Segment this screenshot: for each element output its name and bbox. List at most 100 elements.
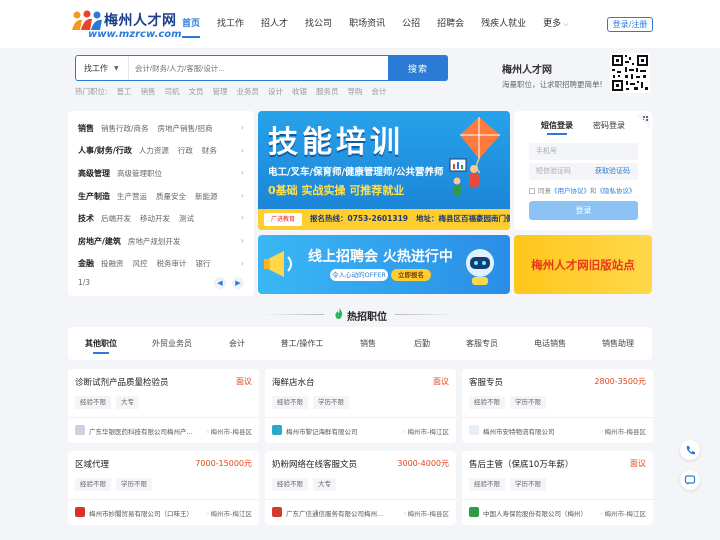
message-button[interactable] <box>680 470 700 490</box>
category-row-sales[interactable]: 销售 销售行政/商务 房地产销售/招商 › <box>78 117 244 140</box>
search-type-select[interactable]: 找工作 ▼ <box>76 63 128 74</box>
category-sub[interactable]: 行政 <box>178 145 193 156</box>
hot-keyword[interactable]: 业务员 <box>237 86 260 97</box>
job-title[interactable]: 客服专员 <box>469 376 503 388</box>
nav-home[interactable]: 首页 <box>182 17 201 38</box>
category-sub[interactable]: 人力资源 <box>139 145 169 156</box>
category-name[interactable]: 技术 <box>78 213 94 224</box>
tab-foreign-trade[interactable]: 外贸业务员 <box>152 338 192 349</box>
category-sub[interactable]: 房地产销售/招商 <box>158 123 213 134</box>
company-name[interactable]: 梅州市安特物流有限公司 <box>483 426 595 436</box>
nav-hire[interactable]: 招人才 <box>261 17 288 33</box>
category-row-tech[interactable]: 技术 后端开发 移动开发 测试 › <box>78 207 244 230</box>
company-name[interactable]: 梅州市妙閣贸易有限公司（口味王） <box>89 508 201 518</box>
job-card[interactable]: 诊断试剂产品质量检验员 面议 经验不限 大专 广东华银医药科技有限公司梅州产..… <box>68 369 259 443</box>
online-job-fair-banner[interactable]: 线上招聘会 火热进行中 令人心动的OFFER 立即报名 <box>258 235 510 294</box>
job-card[interactable]: 售后主管（保底10万年薪） 面议 经验不限 学历不限 中国人寿保险股份有限公司（… <box>462 451 653 525</box>
sms-code-input[interactable]: 短信验证码 获取验证码 <box>529 163 638 180</box>
search-button[interactable]: 搜索 <box>388 55 448 81</box>
hot-keyword[interactable]: 管理 <box>213 86 228 97</box>
tab-logistics[interactable]: 后勤 <box>414 338 430 349</box>
hot-keyword[interactable]: 收银 <box>292 86 307 97</box>
category-sub[interactable]: 移动开发 <box>140 213 170 224</box>
category-name[interactable]: 人事/财务/行政 <box>78 145 132 156</box>
category-name[interactable]: 房地产/建筑 <box>78 236 121 247</box>
category-sub[interactable]: 销售行政/商务 <box>101 123 149 134</box>
category-name[interactable]: 销售 <box>78 123 94 134</box>
category-sub[interactable]: 高级管理职位 <box>117 168 162 179</box>
hot-keyword[interactable]: 导购 <box>348 86 363 97</box>
tab-customer-service[interactable]: 客服专员 <box>466 338 498 349</box>
hot-keyword[interactable]: 会计 <box>372 86 387 97</box>
category-sub[interactable]: 房地产规划开发 <box>128 236 181 247</box>
login-submit-button[interactable]: 登录 <box>529 201 638 220</box>
next-page-button[interactable]: ▶ <box>232 277 244 289</box>
nav-companies[interactable]: 找公司 <box>305 17 332 33</box>
company-name[interactable]: 广东华银医药科技有限公司梅州产... <box>89 426 201 436</box>
category-row-hr-finance[interactable]: 人事/财务/行政 人力资源 行政 财务 › <box>78 140 244 163</box>
agree-checkbox[interactable] <box>529 188 535 194</box>
category-sub[interactable]: 财务 <box>202 145 217 156</box>
category-sub[interactable]: 投融资 <box>101 258 124 269</box>
tab-telesales[interactable]: 电话销售 <box>534 338 566 349</box>
tab-other-jobs[interactable]: 其他职位 <box>85 338 117 354</box>
category-row-manufacturing[interactable]: 生产制造 生产营运 质量安全 新能源 › <box>78 185 244 208</box>
hot-keyword[interactable]: 设计 <box>268 86 283 97</box>
search-input[interactable] <box>128 56 388 80</box>
job-card[interactable]: 区域代理 7000-15000元 经验不限 学历不限 梅州市妙閣贸易有限公司（口… <box>68 451 259 525</box>
category-sub[interactable]: 银行 <box>196 258 211 269</box>
company-name[interactable]: 中国人寿保险股份有限公司（梅州） <box>483 508 595 518</box>
phone-contact-button[interactable] <box>680 440 700 460</box>
job-card[interactable]: 奶粉网络在线客服文员 3000-4000元 经验不限 大专 广东广信通信服务有限… <box>265 451 456 525</box>
nav-public-recruit[interactable]: 公招 <box>402 17 420 33</box>
category-sub[interactable]: 风控 <box>133 258 148 269</box>
category-row-finance[interactable]: 金融 投融资 风控 税务审计 银行 › <box>78 253 244 276</box>
company-name[interactable]: 广东广信通信服务有限公司梅州... <box>286 508 398 518</box>
login-register-button[interactable]: 登录/注册 <box>607 17 653 32</box>
category-row-real-estate[interactable]: 房地产/建筑 房地产规划开发 › <box>78 230 244 253</box>
nav-career-news[interactable]: 职场资讯 <box>349 17 385 33</box>
skills-training-banner[interactable]: 技能培训 电工/叉车/保育师/健康管理师/公共营养师 0基础 实战实操 可推荐就… <box>258 111 510 230</box>
category-name[interactable]: 生产制造 <box>78 191 110 202</box>
tab-sms-login[interactable]: 短信登录 <box>541 120 573 135</box>
nav-more[interactable]: 更多 ⌵ <box>543 17 568 33</box>
tab-accounting[interactable]: 会计 <box>229 338 245 349</box>
category-sub[interactable]: 新能源 <box>195 191 218 202</box>
get-code-button[interactable]: 获取验证码 <box>595 163 630 180</box>
category-sub[interactable]: 测试 <box>179 213 194 224</box>
hot-keyword[interactable]: 文员 <box>189 86 204 97</box>
job-title[interactable]: 区域代理 <box>75 458 109 470</box>
prev-page-button[interactable]: ◀ <box>214 277 226 289</box>
hot-keyword[interactable]: 销售 <box>141 86 156 97</box>
company-name[interactable]: 梅州市黎记海鲜有限公司 <box>286 426 398 436</box>
phone-input[interactable]: 手机号 <box>529 143 638 160</box>
hot-keyword[interactable]: 司机 <box>165 86 180 97</box>
privacy-link[interactable]: 《隐私协议》 <box>597 187 636 195</box>
job-title[interactable]: 售后主管（保底10万年薪） <box>469 458 573 470</box>
site-logo[interactable]: 梅州人才网 www.mzrcw.com <box>70 8 182 42</box>
tab-password-login[interactable]: 密码登录 <box>593 120 625 131</box>
user-agreement-link[interactable]: 《用户协议》 <box>551 187 590 195</box>
category-sub[interactable]: 质量安全 <box>156 191 186 202</box>
category-name[interactable]: 金融 <box>78 258 94 269</box>
tab-sales-assistant[interactable]: 销售助理 <box>602 338 634 349</box>
job-card[interactable]: 海鲜店水台 面议 经验不限 学历不限 梅州市黎记海鲜有限公司 梅州市-梅江区 <box>265 369 456 443</box>
hot-keyword[interactable]: 服务员 <box>316 86 339 97</box>
category-sub[interactable]: 后端开发 <box>101 213 131 224</box>
job-title[interactable]: 奶粉网络在线客服文员 <box>272 458 357 470</box>
nav-disabled-employment[interactable]: 残疾人就业 <box>481 17 526 33</box>
job-title[interactable]: 海鲜店水台 <box>272 376 315 388</box>
old-site-banner[interactable]: 梅州人才网旧版站点 <box>514 235 652 294</box>
online-fair-signup-button[interactable]: 立即报名 <box>391 269 431 281</box>
nav-job-fair[interactable]: 招聘会 <box>437 17 464 33</box>
job-title[interactable]: 诊断试剂产品质量检验员 <box>75 376 169 388</box>
category-sub[interactable]: 生产营运 <box>117 191 147 202</box>
hot-keyword[interactable]: 普工 <box>117 86 132 97</box>
tab-general-worker[interactable]: 普工/操作工 <box>281 338 324 349</box>
job-card[interactable]: 客服专员 2800-3500元 经验不限 学历不限 梅州市安特物流有限公司 梅州… <box>462 369 653 443</box>
category-row-management[interactable]: 高级管理 高级管理职位 › <box>78 162 244 185</box>
category-sub[interactable]: 税务审计 <box>157 258 187 269</box>
nav-find-job[interactable]: 找工作 <box>217 17 244 33</box>
tab-sales[interactable]: 销售 <box>360 338 376 349</box>
qr-login-icon[interactable] <box>636 114 650 128</box>
